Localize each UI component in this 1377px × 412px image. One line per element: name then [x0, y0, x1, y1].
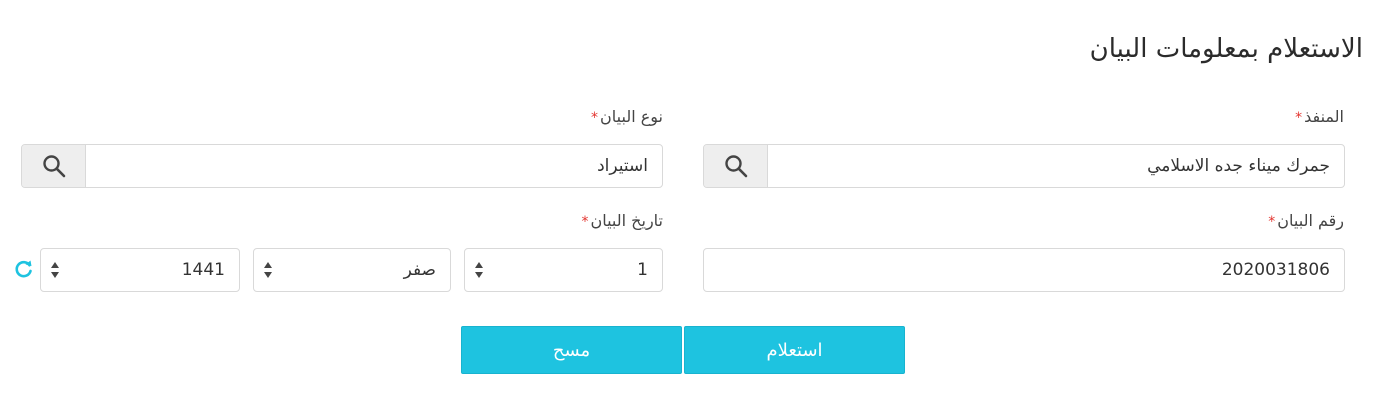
required-mark: * — [1295, 110, 1303, 126]
clear-button[interactable]: مسح — [461, 326, 682, 374]
page-title: الاستعلام بمعلومات البيان — [1089, 34, 1363, 64]
search-icon — [42, 155, 65, 178]
declaration-type-label: نوع البيان* — [591, 107, 663, 126]
refresh-icon[interactable] — [14, 259, 34, 279]
port-label: المنفذ* — [1295, 107, 1344, 126]
year-value: 1441 — [181, 260, 225, 280]
declaration-number-value: 2020031806 — [1221, 260, 1330, 280]
spinner-arrows-icon[interactable] — [474, 261, 484, 279]
port-field[interactable]: جمرك ميناء جده الاسلامي — [703, 144, 1345, 188]
day-value: 1 — [637, 260, 648, 280]
port-label-text: المنفذ — [1304, 107, 1344, 126]
port-search-button[interactable] — [704, 145, 768, 187]
required-mark: * — [581, 214, 589, 230]
declaration-date-label-text: تاريخ البيان — [590, 211, 663, 230]
declaration-number-label: رقم البيان* — [1268, 211, 1344, 230]
declaration-number-input[interactable]: 2020031806 — [703, 248, 1345, 292]
declaration-type-label-text: نوع البيان — [600, 107, 663, 126]
month-value: صفر — [403, 260, 436, 280]
declaration-type-value: استيراد — [597, 156, 648, 176]
port-value: جمرك ميناء جده الاسلامي — [1147, 156, 1330, 176]
inquire-button[interactable]: استعلام — [684, 326, 905, 374]
required-mark: * — [1268, 214, 1276, 230]
month-stepper[interactable]: صفر — [253, 248, 451, 292]
search-icon — [724, 155, 747, 178]
year-stepper[interactable]: 1441 — [40, 248, 240, 292]
spinner-arrows-icon[interactable] — [50, 261, 60, 279]
declaration-type-search-button[interactable] — [22, 145, 86, 187]
declaration-number-label-text: رقم البيان — [1277, 211, 1344, 230]
required-mark: * — [591, 110, 599, 126]
declaration-date-label: تاريخ البيان* — [581, 211, 663, 230]
day-stepper[interactable]: 1 — [464, 248, 663, 292]
spinner-arrows-icon[interactable] — [263, 261, 273, 279]
declaration-type-field[interactable]: استيراد — [21, 144, 663, 188]
